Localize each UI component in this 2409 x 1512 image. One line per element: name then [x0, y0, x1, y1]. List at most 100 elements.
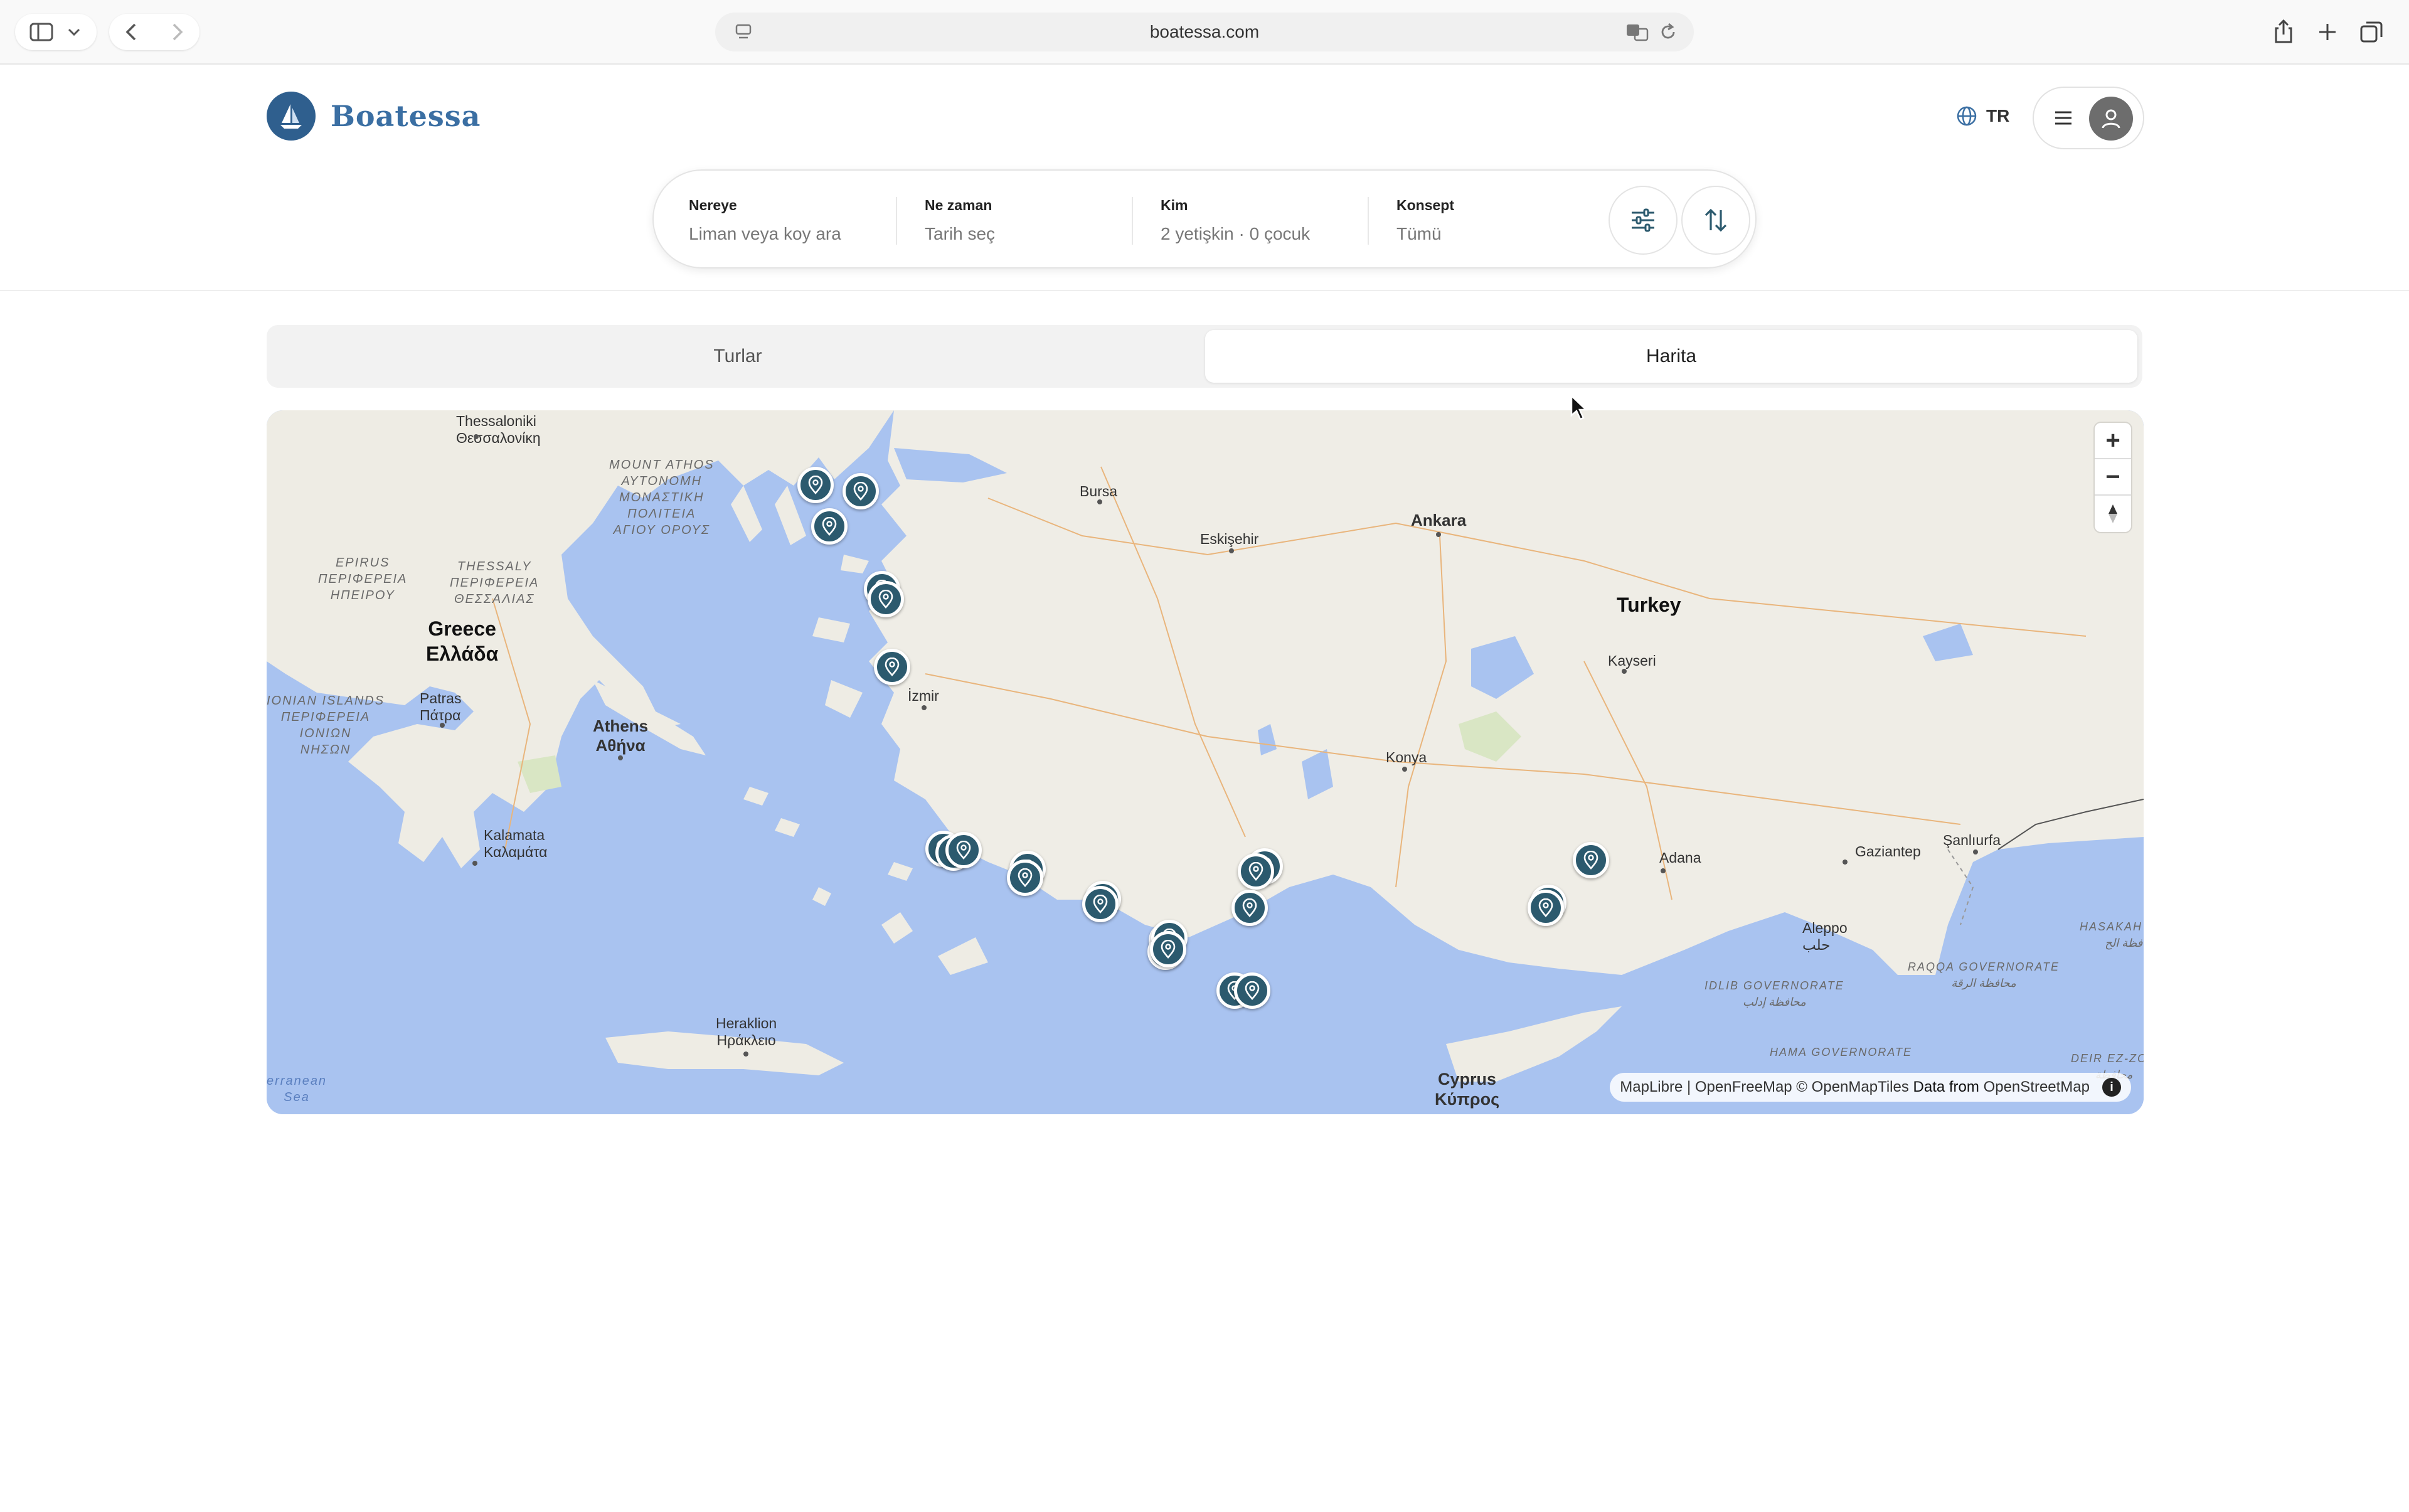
who-input[interactable]: 2 yetişkin · 0 çocuk — [1161, 224, 1361, 244]
cursor-icon — [1570, 394, 1588, 420]
tour-marker[interactable] — [945, 832, 982, 868]
attribution-data-from: Data from — [1908, 1078, 1984, 1095]
label-heraklion: Heraklion Ηράκλειο — [716, 1015, 777, 1048]
label-thessaloniki: Thessaloniki Θεσσαλονίκη — [456, 413, 541, 446]
openstreetmap-link[interactable]: OpenStreetMap — [1984, 1078, 2090, 1096]
location-pin-icon — [808, 476, 823, 494]
tab-turlar[interactable]: Turlar — [272, 330, 1204, 383]
address-bar[interactable]: boatessa.com — [715, 13, 1694, 51]
label-patras: Patras Πάτρα — [420, 690, 462, 723]
sidebar-toggle-button[interactable] — [15, 14, 97, 50]
share-icon — [2275, 19, 2292, 43]
location-pin-icon — [1161, 940, 1176, 959]
url-text: boatessa.com — [1149, 22, 1260, 41]
city-dot — [1402, 767, 1407, 772]
page-settings-icon[interactable] — [734, 21, 753, 43]
location-pin-icon — [878, 590, 893, 609]
tab-overview-button[interactable] — [2353, 14, 2390, 50]
label-izmir: İzmir — [908, 688, 939, 704]
label-ankara: Ankara — [1411, 511, 1467, 530]
tour-marker[interactable] — [1150, 931, 1186, 967]
maplibre-link[interactable]: MapLibre — [1620, 1078, 1683, 1096]
info-icon[interactable]: i — [2102, 1078, 2121, 1097]
location-pin-icon — [1093, 895, 1108, 913]
city-dot — [1436, 532, 1441, 537]
reset-bearing-button[interactable] — [2095, 496, 2131, 532]
city-dot — [440, 723, 445, 728]
who-label: Kim — [1161, 197, 1188, 213]
zoom-in-button[interactable]: + — [2095, 423, 2131, 459]
reload-icon[interactable] — [1659, 21, 1678, 43]
city-dot — [1229, 548, 1234, 553]
language-selector[interactable]: TR — [1956, 105, 2009, 127]
site-header: Boatessa TR Nereye Liman veya koy ara Ne… — [0, 65, 2409, 291]
brand-logo[interactable]: Boatessa — [267, 92, 481, 141]
when-label: Ne zaman — [925, 197, 992, 213]
map-view[interactable]: Thessaloniki Θεσσαλονίκη MOUNT ATHOS ΑΥΤΟΝ… — [267, 410, 2144, 1114]
tour-marker[interactable] — [1238, 853, 1274, 890]
tour-marker[interactable] — [811, 508, 848, 545]
brand-name: Boatessa — [331, 99, 481, 133]
label-adana: Adana — [1659, 849, 1701, 866]
tour-marker[interactable] — [1573, 842, 1609, 878]
city-dot — [472, 861, 477, 866]
tour-marker[interactable] — [868, 581, 904, 617]
city-dot — [922, 705, 927, 710]
when-field[interactable]: Ne zaman Tarih seç — [925, 197, 1113, 244]
label-turkey: Turkey — [1617, 594, 1681, 616]
sailboat-icon — [267, 92, 316, 141]
plus-icon — [2319, 24, 2336, 40]
concept-field[interactable]: Konsept Tümü — [1396, 197, 1560, 244]
forward-icon[interactable] — [168, 21, 186, 43]
tour-marker[interactable] — [797, 467, 834, 503]
tour-marker[interactable] — [1234, 972, 1270, 1009]
concept-select[interactable]: Tümü — [1396, 224, 1560, 244]
tour-marker[interactable] — [1528, 890, 1564, 926]
label-konya: Konya — [1386, 749, 1427, 765]
label-mount-athos: MOUNT ATHOS ΑΥΤΟΝΟΜΗ ΜΟΝΑΣΤΙΚΗ ΠΟΛΙΤΕΙΑ ΑΓΙΟ… — [609, 458, 715, 537]
tour-marker[interactable] — [874, 649, 910, 685]
city-dot — [474, 434, 479, 439]
language-code: TR — [1986, 106, 2010, 125]
location-pin-icon — [1248, 862, 1263, 881]
tour-marker[interactable] — [1007, 860, 1043, 896]
where-input[interactable]: Liman veya koy ara — [689, 224, 877, 244]
label-ionian: IONIAN ISLANDS ΠΕΡΙΦΕΡΕΙΑ ΙΟΝΙΩΝ ΝΗΣΩΝ — [267, 694, 385, 757]
label-cyprus: Cyprus Κύπρος — [1435, 1070, 1500, 1109]
tour-marker[interactable] — [843, 473, 879, 509]
label-hama: HAMA GOVERNORATE — [1770, 1046, 1913, 1058]
location-pin-icon — [1245, 981, 1260, 1000]
when-input[interactable]: Tarih seç — [925, 224, 1113, 244]
new-tab-button[interactable] — [2309, 14, 2346, 50]
location-pin-icon — [1538, 898, 1553, 917]
map-basemap — [267, 410, 2144, 1114]
openmaptiles-link[interactable]: OpenMapTiles — [1812, 1078, 1909, 1096]
tour-marker[interactable] — [1231, 890, 1268, 926]
who-field[interactable]: Kim 2 yetişkin · 0 çocuk — [1161, 197, 1361, 244]
filters-button[interactable] — [1609, 186, 1678, 255]
sort-arrows-icon — [1704, 208, 1727, 232]
user-icon — [2102, 109, 2120, 129]
label-kalamata: Kalamata Καλαμάτα — [484, 827, 548, 860]
attribution-separator: | — [1683, 1078, 1695, 1095]
user-menu-button[interactable] — [2033, 87, 2144, 149]
openfreemap-link[interactable]: OpenFreeMap — [1695, 1078, 1792, 1096]
compass-icon — [2109, 504, 2117, 523]
tour-marker[interactable] — [1082, 886, 1119, 922]
view-tabs: Turlar Harita — [267, 325, 2142, 388]
label-idlib: IDLIB GOVERNORATE محافظة إدلب — [1704, 979, 1844, 1008]
city-dot — [618, 755, 623, 760]
label-eskisehir: Eskişehir — [1200, 531, 1259, 547]
location-pin-icon — [853, 482, 868, 501]
label-epirus: EPIRUS ΠΕΡΙΦΕΡΕΙΑ ΗΠΕΙΡΟΥ — [318, 556, 408, 602]
back-icon[interactable] — [122, 21, 141, 43]
tab-harita[interactable]: Harita — [1205, 330, 2137, 383]
where-field[interactable]: Nereye Liman veya koy ara — [689, 197, 877, 244]
zoom-out-button[interactable]: − — [2095, 459, 2131, 496]
translate-icon[interactable] — [1625, 21, 1650, 43]
label-athens: Athens Αθήνα — [593, 716, 649, 755]
label-gaziantep: Gaziantep — [1855, 843, 1921, 860]
city-dot — [1843, 860, 1848, 865]
sort-button[interactable] — [1681, 186, 1750, 255]
share-button[interactable] — [2265, 14, 2302, 50]
